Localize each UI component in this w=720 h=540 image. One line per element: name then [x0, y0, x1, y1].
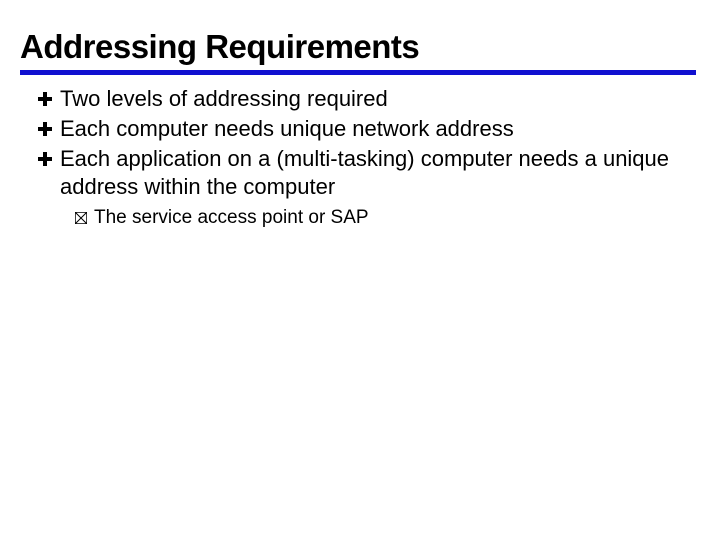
bullet-text: Each computer needs unique network addre… [60, 115, 514, 143]
bullet-item: Two levels of addressing required [36, 85, 696, 113]
slide-title: Addressing Requirements [20, 28, 696, 75]
bullet-text: Two levels of addressing required [60, 85, 388, 113]
sub-bullet-list: The service access point or SAP [36, 206, 696, 231]
cross-icon [36, 115, 54, 143]
bullet-item: Each application on a (multi-tasking) co… [36, 145, 696, 200]
bullet-list: Two levels of addressing required Each c… [24, 85, 696, 231]
cross-icon [36, 85, 54, 113]
sub-bullet-text: The service access point or SAP [94, 206, 369, 231]
bullet-text: Each application on a (multi-tasking) co… [60, 145, 696, 200]
cross-icon [36, 145, 54, 173]
sub-bullet-item: The service access point or SAP [72, 206, 696, 231]
square-icon [72, 206, 90, 230]
bullet-item: Each computer needs unique network addre… [36, 115, 696, 143]
